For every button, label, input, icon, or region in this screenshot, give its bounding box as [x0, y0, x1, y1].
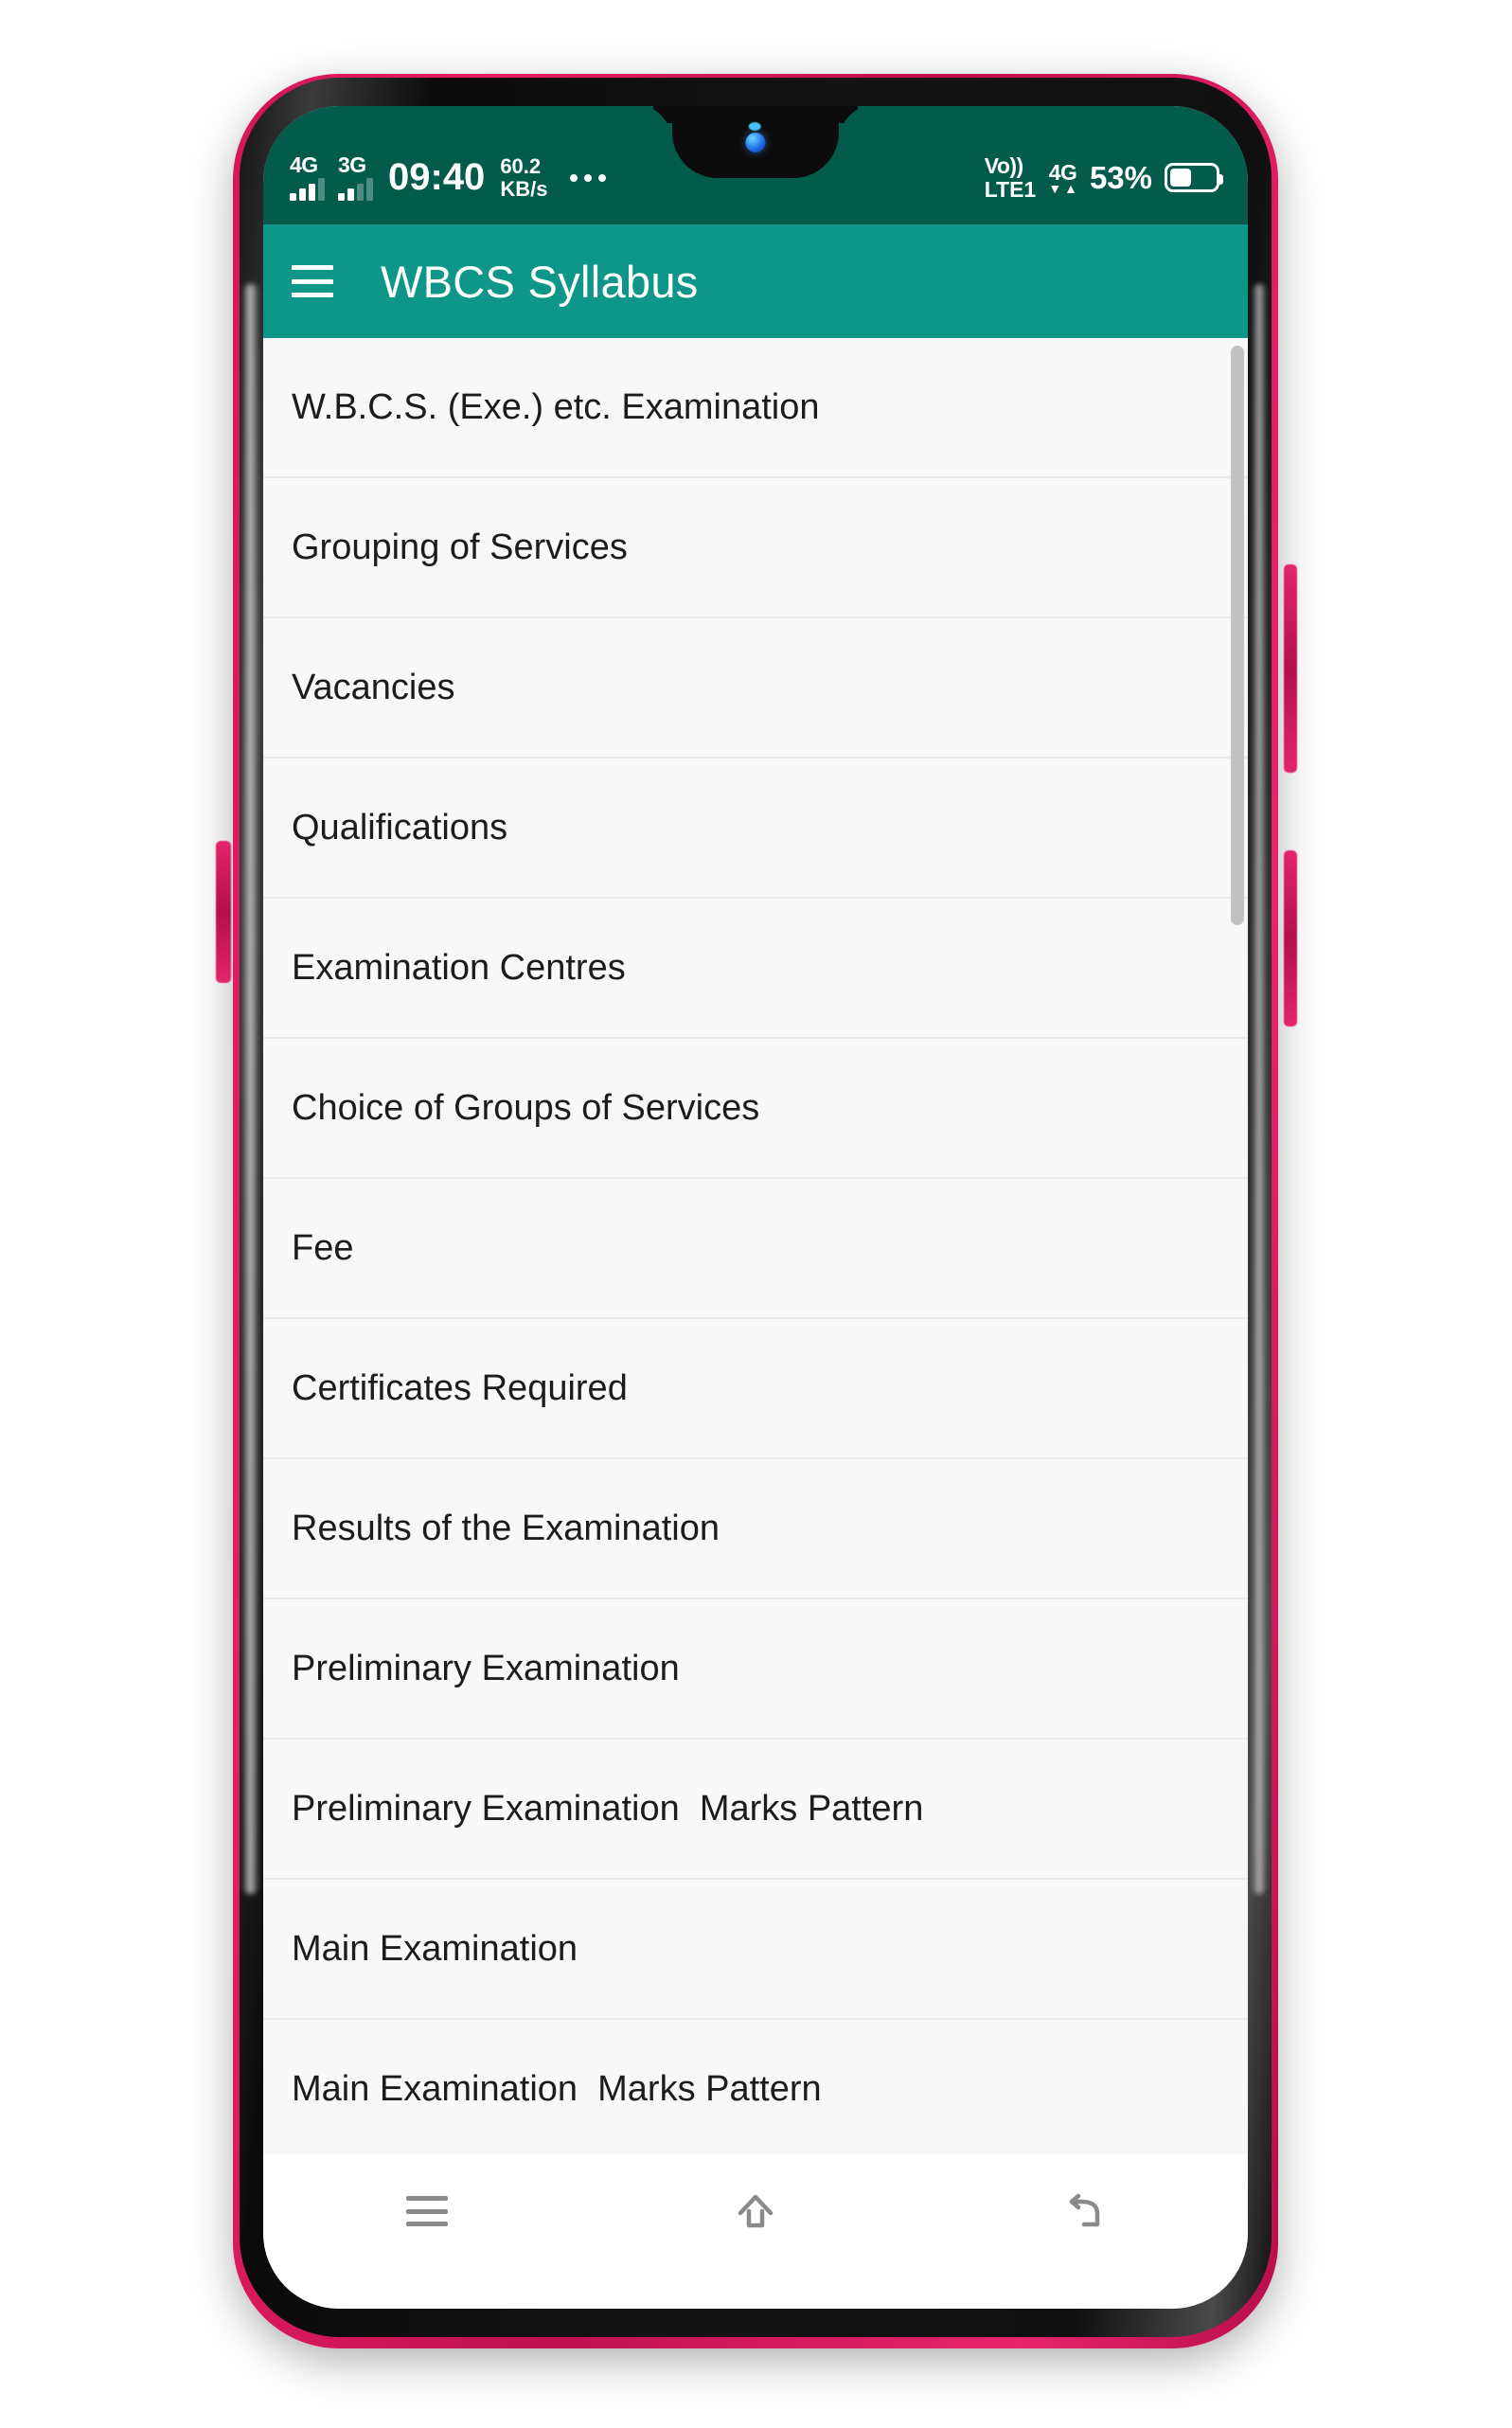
list-item[interactable]: Fee — [263, 1179, 1248, 1319]
back-icon — [1069, 2193, 1099, 2227]
mobile-data-label: 4G — [1048, 159, 1077, 185]
list-item[interactable]: Choice of Groups of Services — [263, 1039, 1248, 1179]
page-title: WBCS Syllabus — [381, 256, 699, 307]
list-items-container: W.B.C.S. (Exe.) etc. Examination Grouping… — [263, 338, 1248, 2154]
status-bar-right-group: Vo)) LTE1 4G ▼ ▲ 53% — [984, 106, 1223, 224]
battery-percent-label: 53% — [1089, 159, 1152, 195]
volte-label-top: Vo)) — [984, 152, 1024, 178]
volte-label-bottom: LTE1 — [984, 176, 1037, 202]
mobile-data-icon: 4G ▼ ▲ — [1048, 159, 1077, 196]
network-speed-indicator: 60.2 KB/s — [500, 153, 548, 201]
battery-icon — [1165, 163, 1223, 192]
home-icon — [738, 2194, 774, 2228]
data-arrow-down-icon: ▼ — [1048, 180, 1062, 196]
recents-button[interactable] — [375, 2177, 479, 2245]
volume-down-button[interactable] — [1284, 850, 1297, 1027]
camera-highlight — [748, 122, 761, 131]
android-navigation-bar — [263, 2154, 1248, 2309]
list-item[interactable]: Examination Centres — [263, 899, 1248, 1039]
list-item-label: Preliminary Examination Marks Pattern — [292, 1788, 924, 1829]
bezel-highlight-left — [242, 284, 259, 1894]
app-bar: WBCS Syllabus — [263, 224, 1248, 338]
hamburger-menu-icon[interactable] — [292, 265, 333, 297]
list-item[interactable]: W.B.C.S. (Exe.) etc. Examination — [263, 338, 1248, 478]
list-item-label: Main Examination Marks Pattern — [292, 2068, 822, 2109]
list-item-label: Certificates Required — [292, 1367, 628, 1408]
network-speed-value: 60.2 — [500, 153, 542, 178]
signal-bars-primary — [290, 177, 325, 201]
phone-screen: 4G 3G 09:40 60.2 KB/s Vo)) LTE1 4G ▼ ▲ 5… — [263, 106, 1248, 2309]
list-item-label: Grouping of Services — [292, 527, 628, 567]
list-item-label: Qualifications — [292, 807, 508, 848]
list-item-label: Fee — [292, 1227, 354, 1268]
list-item-label: Vacancies — [292, 667, 455, 707]
volume-up-button[interactable] — [1284, 564, 1297, 773]
list-item-label: Examination Centres — [292, 947, 626, 988]
volte-icon: Vo)) LTE1 — [984, 152, 1037, 202]
list-item-label: Results of the Examination — [292, 1508, 720, 1548]
power-button[interactable] — [216, 841, 231, 983]
status-bar-left-group: 4G 3G 09:40 60.2 KB/s — [290, 106, 607, 224]
list-item-label: Preliminary Examination — [292, 1648, 680, 1688]
back-button[interactable] — [1032, 2177, 1136, 2245]
front-camera-icon — [745, 133, 766, 152]
bezel-highlight-right — [1252, 284, 1267, 1894]
list-item[interactable]: Preliminary Examination Marks Pattern — [263, 1740, 1248, 1880]
signal-label-secondary: 3G — [338, 152, 366, 177]
list-scrollbar[interactable] — [1231, 346, 1244, 925]
signal-bars-secondary — [338, 177, 373, 201]
status-bar: 4G 3G 09:40 60.2 KB/s Vo)) LTE1 4G ▼ ▲ 5… — [263, 106, 1248, 224]
data-transfer-arrows-icon: ▼ ▲ — [1048, 180, 1077, 196]
signal-label-primary: 4G — [290, 152, 318, 177]
syllabus-list[interactable]: W.B.C.S. (Exe.) etc. Examination Grouping… — [263, 338, 1248, 2154]
screen-content: 4G 3G 09:40 60.2 KB/s Vo)) LTE1 4G ▼ ▲ 5… — [263, 106, 1248, 2309]
battery-fill — [1170, 169, 1191, 187]
data-arrow-up-icon: ▲ — [1064, 180, 1077, 196]
list-item-label: Choice of Groups of Services — [292, 1087, 760, 1128]
network-speed-unit: KB/s — [500, 176, 548, 201]
list-item-label: W.B.C.S. (Exe.) etc. Examination — [292, 386, 820, 427]
waterdrop-notch — [672, 106, 839, 178]
list-item-label: Main Examination — [292, 1928, 578, 1969]
list-item[interactable]: Main Examination — [263, 1880, 1248, 2020]
list-item[interactable]: Qualifications — [263, 759, 1248, 899]
signal-indicator-3g: 3G — [338, 154, 373, 201]
recents-menu-icon — [406, 2196, 449, 2226]
list-item[interactable]: Preliminary Examination — [263, 1599, 1248, 1740]
list-item[interactable]: Grouping of Services — [263, 478, 1248, 618]
status-bar-clock: 09:40 — [388, 156, 486, 198]
list-item[interactable]: Main Examination Marks Pattern — [263, 2020, 1248, 2154]
home-button[interactable] — [703, 2177, 808, 2245]
list-item[interactable]: Results of the Examination — [263, 1459, 1248, 1599]
list-item[interactable]: Vacancies — [263, 618, 1248, 759]
signal-indicator-4g: 4G — [290, 154, 325, 201]
more-dots-icon — [570, 173, 607, 182]
list-item[interactable]: Certificates Required — [263, 1319, 1248, 1459]
